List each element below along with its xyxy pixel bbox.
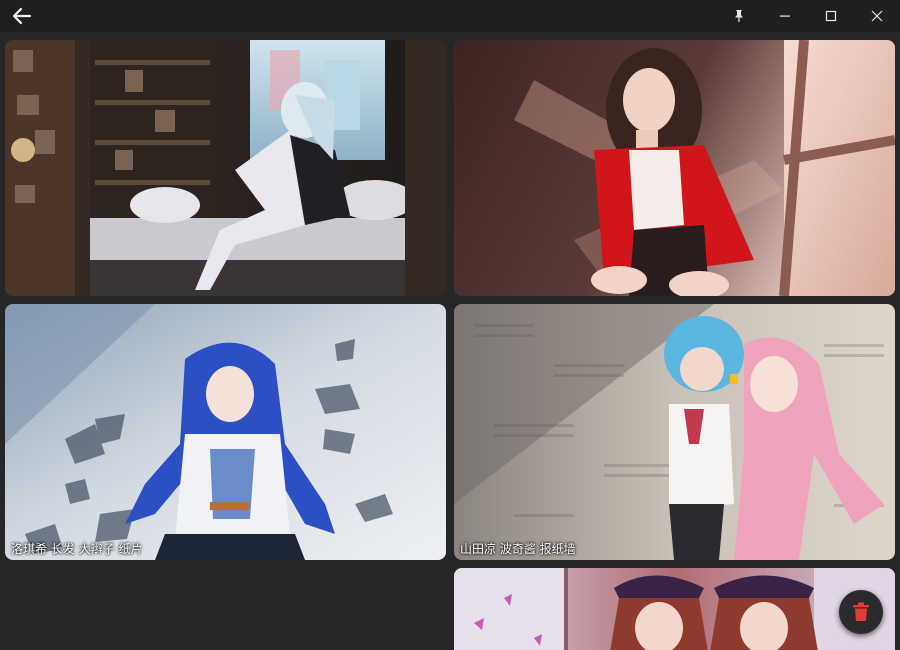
close-button[interactable] — [854, 0, 900, 32]
maximize-button[interactable] — [808, 0, 854, 32]
wallpaper-card[interactable] — [454, 40, 895, 296]
minimize-icon — [780, 15, 790, 17]
wallpaper-card[interactable]: 山田凉 波奇酱 报纸墙 — [454, 304, 895, 560]
app-window: 洛琪希 长发 大辫子 纸片 山田凉 波奇酱 报纸墙 — [0, 0, 900, 650]
wallpaper-image-red-jacket — [454, 40, 895, 296]
wallpaper-image-witches — [454, 568, 895, 650]
wallpaper-image-newspaper-wall — [454, 304, 895, 560]
wallpaper-image-roxy — [5, 304, 446, 560]
trash-icon — [853, 602, 869, 621]
delete-button[interactable] — [839, 590, 883, 634]
wallpaper-caption: 山田凉 波奇酱 报纸墙 — [460, 542, 576, 556]
wallpaper-image-bedroom — [5, 40, 446, 296]
close-icon — [871, 10, 883, 22]
back-arrow-icon — [12, 7, 32, 25]
minimize-button[interactable] — [762, 0, 808, 32]
wallpaper-grid: 洛琪希 长发 大辫子 纸片 山田凉 波奇酱 报纸墙 — [0, 32, 900, 650]
back-button[interactable] — [0, 0, 44, 32]
title-bar — [0, 0, 900, 32]
wallpaper-card[interactable] — [5, 40, 446, 296]
pin-button[interactable] — [716, 0, 762, 32]
wallpaper-caption: 洛琪希 长发 大辫子 纸片 — [11, 542, 143, 556]
wallpaper-card[interactable] — [454, 568, 895, 650]
pin-icon — [735, 10, 743, 22]
wallpaper-card[interactable]: 洛琪希 长发 大辫子 纸片 — [5, 304, 446, 560]
maximize-icon — [825, 10, 837, 22]
